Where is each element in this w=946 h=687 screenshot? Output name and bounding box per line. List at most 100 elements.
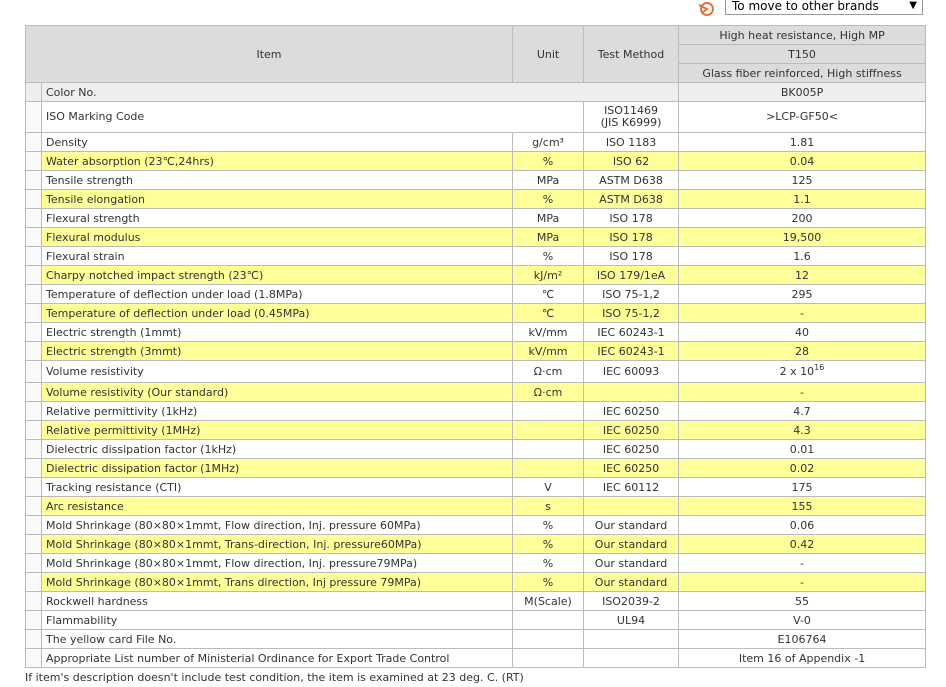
property-method xyxy=(583,496,680,516)
property-value: Item 16 of Appendix -1 xyxy=(678,648,927,668)
row-marker xyxy=(25,458,42,478)
property-label: Volume resistivity (Our standard) xyxy=(40,382,514,402)
property-label: Flexural strain xyxy=(40,246,514,266)
property-label: Relative permittivity (1MHz) xyxy=(40,420,514,440)
row-marker xyxy=(25,322,42,342)
property-rows: Density g/cm³ ISO 1183 1.81 Water absorption… xyxy=(25,132,927,361)
property-method: ISO 1183 xyxy=(583,132,680,152)
row-marker xyxy=(25,246,42,266)
property-unit: % xyxy=(512,572,585,592)
row-marker xyxy=(25,477,42,497)
property-unit xyxy=(512,420,585,440)
property-unit xyxy=(512,439,585,459)
property-method: ASTM D638 xyxy=(583,189,680,209)
row-marker xyxy=(25,82,42,102)
row-marker xyxy=(25,151,42,171)
property-unit: % xyxy=(512,151,585,171)
table-row: Dielectric dissipation factor (1kHz) IEC … xyxy=(25,439,927,459)
property-unit: Ω·cm xyxy=(512,382,585,402)
table-row: Appropriate List number of Ministerial O… xyxy=(25,648,927,668)
property-method: Our standard xyxy=(583,534,680,554)
property-value: - xyxy=(678,572,927,592)
property-method: ASTM D638 xyxy=(583,170,680,190)
property-unit: M(Scale) xyxy=(512,591,585,611)
property-value: 200 xyxy=(678,208,927,228)
property-method: Our standard xyxy=(583,572,680,592)
property-unit: % xyxy=(512,246,585,266)
property-label: Dielectric dissipation factor (1MHz) xyxy=(40,458,514,478)
property-unit: kV/mm xyxy=(512,322,585,342)
color-value: BK005P xyxy=(678,82,927,102)
property-label: Mold Shrinkage (80×80×1mmt, Flow directi… xyxy=(40,553,514,573)
table-row: Mold Shrinkage (80×80×1mmt, Trans-direct… xyxy=(25,534,927,554)
row-marker xyxy=(25,572,42,592)
property-label: Flexural strength xyxy=(40,208,514,228)
property-label: Arc resistance xyxy=(40,496,514,516)
property-unit: MPa xyxy=(512,227,585,247)
property-value: E106764 xyxy=(678,629,927,649)
property-method: IEC 60250 xyxy=(583,458,680,478)
brand-select[interactable]: To move to other brands ▼ xyxy=(725,0,923,15)
property-label: Flexural modulus xyxy=(40,227,514,247)
row-marker xyxy=(25,534,42,554)
property-value: 19,500 xyxy=(678,227,927,247)
property-value: 0.02 xyxy=(678,458,927,478)
property-unit: % xyxy=(512,515,585,535)
property-value: 4.3 xyxy=(678,420,927,440)
table-row: Density g/cm³ ISO 1183 1.81 xyxy=(25,132,927,152)
table-row: Charpy notched impact strength (23℃) kJ/m… xyxy=(25,265,927,285)
property-method: ISO 178 xyxy=(583,246,680,266)
property-method: IEC 60112 xyxy=(583,477,680,497)
table-row: Volume resistivity (Our standard) Ω·cm - xyxy=(25,382,927,402)
volume-method: IEC 60093 xyxy=(583,360,680,383)
property-label: Charpy notched impact strength (23℃) xyxy=(40,265,514,285)
row-marker xyxy=(25,515,42,535)
property-method: ISO 75-1,2 xyxy=(583,303,680,323)
footnote: If item's description doesn't include te… xyxy=(25,671,524,684)
property-label: Temperature of deflection under load (1.… xyxy=(40,284,514,304)
table-row: Temperature of deflection under load (0.… xyxy=(25,303,927,323)
table-row: Dielectric dissipation factor (1MHz) IEC … xyxy=(25,458,927,478)
property-label: Flammability xyxy=(40,610,514,630)
table-row: Flexural modulus MPa ISO 178 19,500 xyxy=(25,227,927,247)
property-unit xyxy=(512,648,585,668)
property-label: Water absorption (23℃,24hrs) xyxy=(40,151,514,171)
property-value: 0.04 xyxy=(678,151,927,171)
table-row: Mold Shrinkage (80×80×1mmt, Flow directi… xyxy=(25,553,927,573)
property-method: UL94 xyxy=(583,610,680,630)
property-value: 175 xyxy=(678,477,927,497)
property-unit: % xyxy=(512,534,585,554)
row-marker xyxy=(25,360,42,383)
property-method: IEC 60243-1 xyxy=(583,341,680,361)
row-marker xyxy=(25,341,42,361)
property-label: Dielectric dissipation factor (1kHz) xyxy=(40,439,514,459)
property-unit xyxy=(512,458,585,478)
row-marker xyxy=(25,591,42,611)
iso-label: ISO Marking Code xyxy=(40,101,585,133)
property-method: Our standard xyxy=(583,553,680,573)
table-row: Mold Shrinkage (80×80×1mmt, Flow directi… xyxy=(25,515,927,535)
row-marker xyxy=(25,382,42,402)
property-unit: s xyxy=(512,496,585,516)
property-label: Appropriate List number of Ministerial O… xyxy=(40,648,514,668)
property-value: - xyxy=(678,553,927,573)
property-label: Relative permittivity (1kHz) xyxy=(40,401,514,421)
property-unit: MPa xyxy=(512,170,585,190)
top-bar: To move to other brands ▼ xyxy=(0,0,946,20)
property-unit: MPa xyxy=(512,208,585,228)
table-row: Water absorption (23℃,24hrs)% ISO 62 0.04 xyxy=(25,151,927,171)
property-value: 1.81 xyxy=(678,132,927,152)
property-value: 0.42 xyxy=(678,534,927,554)
property-label: Mold Shrinkage (80×80×1mmt, Trans direct… xyxy=(40,572,514,592)
property-value: - xyxy=(678,303,927,323)
properties-table: Item Unit Test Method High heat resistan… xyxy=(24,25,927,668)
property-value: 0.01 xyxy=(678,439,927,459)
table-row: Flexural strength MPa ISO 178 200 xyxy=(25,208,927,228)
property-value: 1.6 xyxy=(678,246,927,266)
table-row: Tensile strength MPa ASTM D638 125 xyxy=(25,170,927,190)
row-marker xyxy=(25,170,42,190)
property-method: ISO 178 xyxy=(583,227,680,247)
row-marker xyxy=(25,401,42,421)
table-row: Flammability UL94 V-0 xyxy=(25,610,927,630)
property-method: IEC 60243-1 xyxy=(583,322,680,342)
